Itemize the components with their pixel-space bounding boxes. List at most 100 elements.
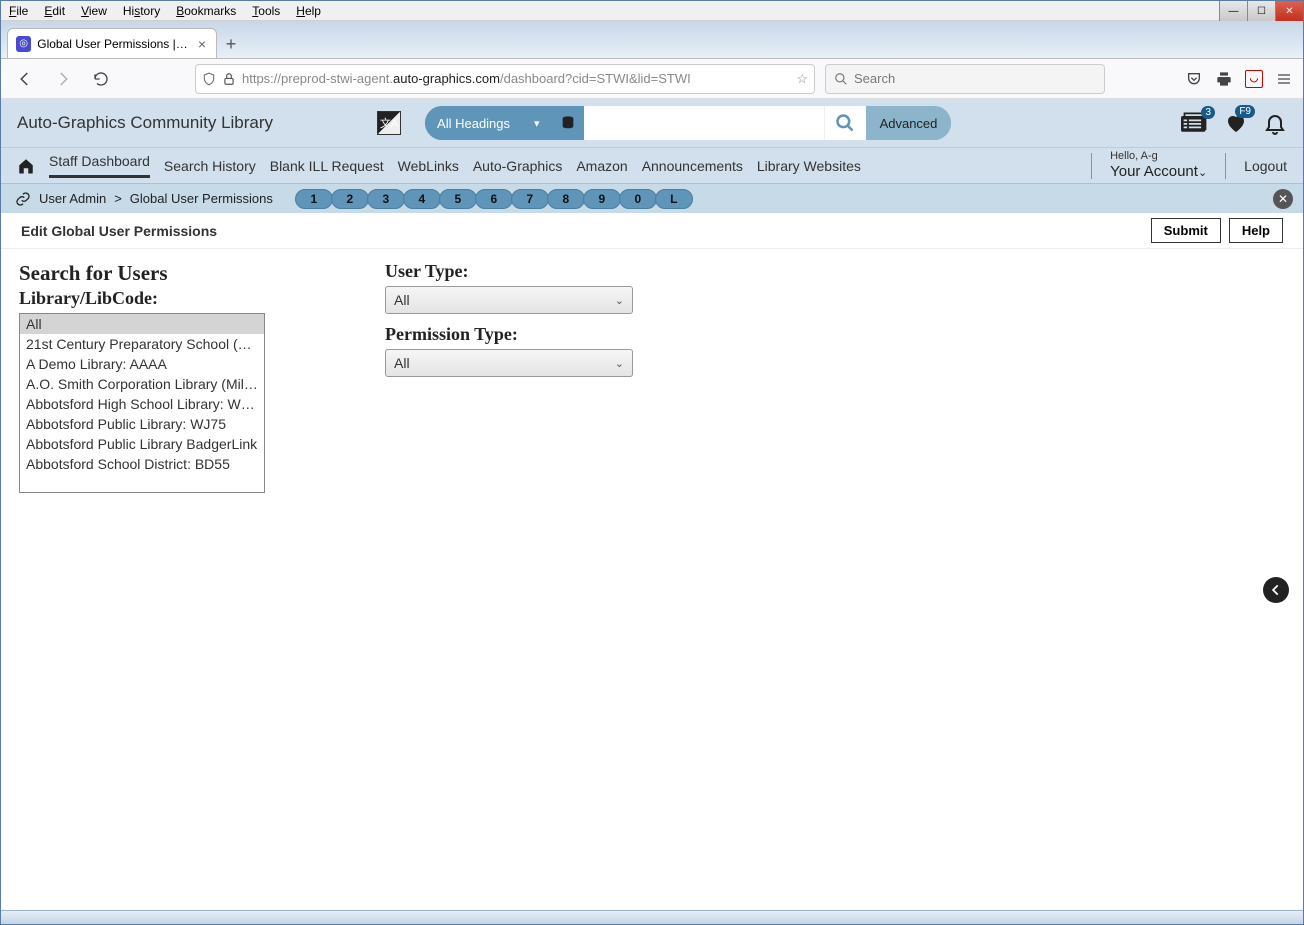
advanced-search-button[interactable]: Advanced (866, 106, 952, 140)
logout-link[interactable]: Logout (1244, 158, 1287, 174)
list-item[interactable]: All (20, 314, 264, 334)
extension-icon[interactable]: ◡ (1245, 70, 1263, 88)
list-item[interactable]: Abbotsford School District: BD55 (20, 454, 264, 474)
pocket-icon[interactable] (1185, 70, 1203, 88)
bookmark-star-icon[interactable]: ☆ (796, 71, 808, 87)
app-title: Auto-Graphics Community Library (17, 113, 273, 133)
list-item[interactable]: A.O. Smith Corporation Library (Milwauke… (20, 374, 264, 394)
permission-type-select[interactable]: All ⌄ (385, 349, 633, 377)
menu-bookmarks[interactable]: Bookmarks (168, 2, 244, 20)
breadcrumb-parent[interactable]: User Admin (39, 191, 106, 206)
catalog-search-input[interactable] (584, 106, 824, 140)
reload-button[interactable] (87, 65, 115, 93)
shield-icon (202, 72, 216, 86)
list-item[interactable]: Abbotsford Public Library: WJ75 (20, 414, 264, 434)
nav-auto-graphics[interactable]: Auto-Graphics (473, 158, 562, 174)
breadcrumb-close-button[interactable]: ✕ (1273, 189, 1293, 209)
pill-7[interactable]: 7 (511, 189, 549, 209)
window-maximize-button[interactable]: ☐ (1247, 1, 1275, 21)
link-icon (15, 191, 31, 207)
collapse-panel-button[interactable] (1263, 577, 1289, 603)
pill-5[interactable]: 5 (439, 189, 477, 209)
chevron-down-icon: ▾ (534, 117, 540, 130)
lists-icon[interactable]: 3 (1181, 112, 1209, 134)
pill-8[interactable]: 8 (547, 189, 585, 209)
search-heading: Search for Users (19, 261, 265, 286)
browser-tabbar: ◎ Global User Permissions | STWI × + (1, 21, 1303, 59)
window-footer (1, 910, 1303, 924)
url-text: https://preprod-stwi-agent.auto-graphics… (242, 71, 790, 86)
catalog-search-group: All Headings ▾ Advanced (425, 106, 951, 140)
permission-type-label: Permission Type: (385, 324, 633, 345)
chevron-down-icon: ⌄ (615, 357, 624, 370)
list-item[interactable]: 21st Century Preparatory School (Racine)… (20, 334, 264, 354)
nav-weblinks[interactable]: WebLinks (398, 158, 459, 174)
print-icon[interactable] (1215, 70, 1233, 88)
pill-3[interactable]: 3 (367, 189, 405, 209)
hamburger-menu-icon[interactable] (1275, 70, 1293, 88)
page-bar-title: Edit Global User Permissions (21, 223, 217, 239)
breadcrumb-row: User Admin > Global User Permissions 1 2… (1, 183, 1303, 213)
favicon-icon: ◎ (16, 36, 31, 52)
pill-4[interactable]: 4 (403, 189, 441, 209)
pill-l[interactable]: L (655, 189, 693, 209)
tab-close-icon[interactable]: × (196, 36, 208, 52)
help-button[interactable]: Help (1229, 218, 1283, 243)
window-close-button[interactable]: ✕ (1275, 1, 1303, 21)
app-nav: Staff Dashboard Search History Blank ILL… (1, 147, 1303, 183)
nav-amazon[interactable]: Amazon (576, 158, 627, 174)
list-item[interactable]: Abbotsford High School Library: WI456 (20, 394, 264, 414)
language-icon[interactable]: 文A (377, 111, 401, 135)
account-hello: Hello, A-g (1110, 150, 1207, 163)
new-tab-button[interactable]: + (217, 30, 245, 58)
browser-search-input[interactable]: Search (825, 64, 1105, 94)
tab-title: Global User Permissions | STWI (37, 37, 190, 51)
window-minimize-button[interactable]: — (1219, 1, 1247, 21)
pill-0[interactable]: 0 (619, 189, 657, 209)
menu-tools[interactable]: Tools (244, 2, 288, 20)
library-listbox[interactable]: All 21st Century Preparatory School (Rac… (19, 313, 265, 493)
browser-tab[interactable]: ◎ Global User Permissions | STWI × (7, 28, 217, 58)
app-header: Auto-Graphics Community Library 文A All H… (1, 99, 1303, 147)
favorites-icon[interactable]: F9 (1223, 111, 1249, 135)
menu-edit[interactable]: Edit (36, 2, 73, 20)
nav-blank-ill[interactable]: Blank ILL Request (270, 158, 384, 174)
chevron-down-icon: ⌄ (615, 294, 624, 307)
list-item[interactable]: Abbotsford Public Library BadgerLink (20, 434, 264, 454)
chevron-down-icon: ⌄ (1198, 167, 1207, 179)
forward-button[interactable] (49, 65, 77, 93)
database-icon[interactable] (552, 106, 584, 140)
menu-history[interactable]: History (115, 2, 168, 20)
os-menubar: File Edit View History Bookmarks Tools H… (1, 1, 1303, 21)
library-label: Library/LibCode: (19, 288, 265, 309)
search-placeholder: Search (854, 71, 895, 86)
notifications-icon[interactable] (1263, 111, 1287, 135)
submit-button[interactable]: Submit (1151, 218, 1221, 243)
pill-2[interactable]: 2 (331, 189, 369, 209)
pill-9[interactable]: 9 (583, 189, 621, 209)
account-menu[interactable]: Hello, A-g Your Account⌄ (1110, 150, 1207, 181)
pill-6[interactable]: 6 (475, 189, 513, 209)
menu-file[interactable]: File (1, 2, 36, 20)
pill-1[interactable]: 1 (295, 189, 333, 209)
search-icon (834, 72, 848, 86)
headings-dropdown[interactable]: All Headings ▾ (425, 106, 552, 140)
breadcrumb-current: Global User Permissions (130, 191, 273, 206)
list-item[interactable]: A Demo Library: AAAA (20, 354, 264, 374)
menu-view[interactable]: View (73, 2, 115, 20)
number-pills: 1 2 3 4 5 6 7 8 9 0 L (297, 189, 693, 209)
divider (1091, 153, 1092, 179)
user-type-label: User Type: (385, 261, 633, 282)
page-content: Search for Users Library/LibCode: All 21… (1, 249, 1303, 505)
browser-navbar: https://preprod-stwi-agent.auto-graphics… (1, 59, 1303, 99)
home-icon[interactable] (17, 157, 35, 175)
nav-announcements[interactable]: Announcements (642, 158, 743, 174)
url-bar[interactable]: https://preprod-stwi-agent.auto-graphics… (195, 64, 815, 94)
nav-staff-dashboard[interactable]: Staff Dashboard (49, 153, 150, 178)
menu-help[interactable]: Help (288, 2, 329, 20)
user-type-select[interactable]: All ⌄ (385, 286, 633, 314)
back-button[interactable] (11, 65, 39, 93)
nav-search-history[interactable]: Search History (164, 158, 256, 174)
nav-library-websites[interactable]: Library Websites (757, 158, 861, 174)
catalog-search-button[interactable] (824, 106, 866, 140)
